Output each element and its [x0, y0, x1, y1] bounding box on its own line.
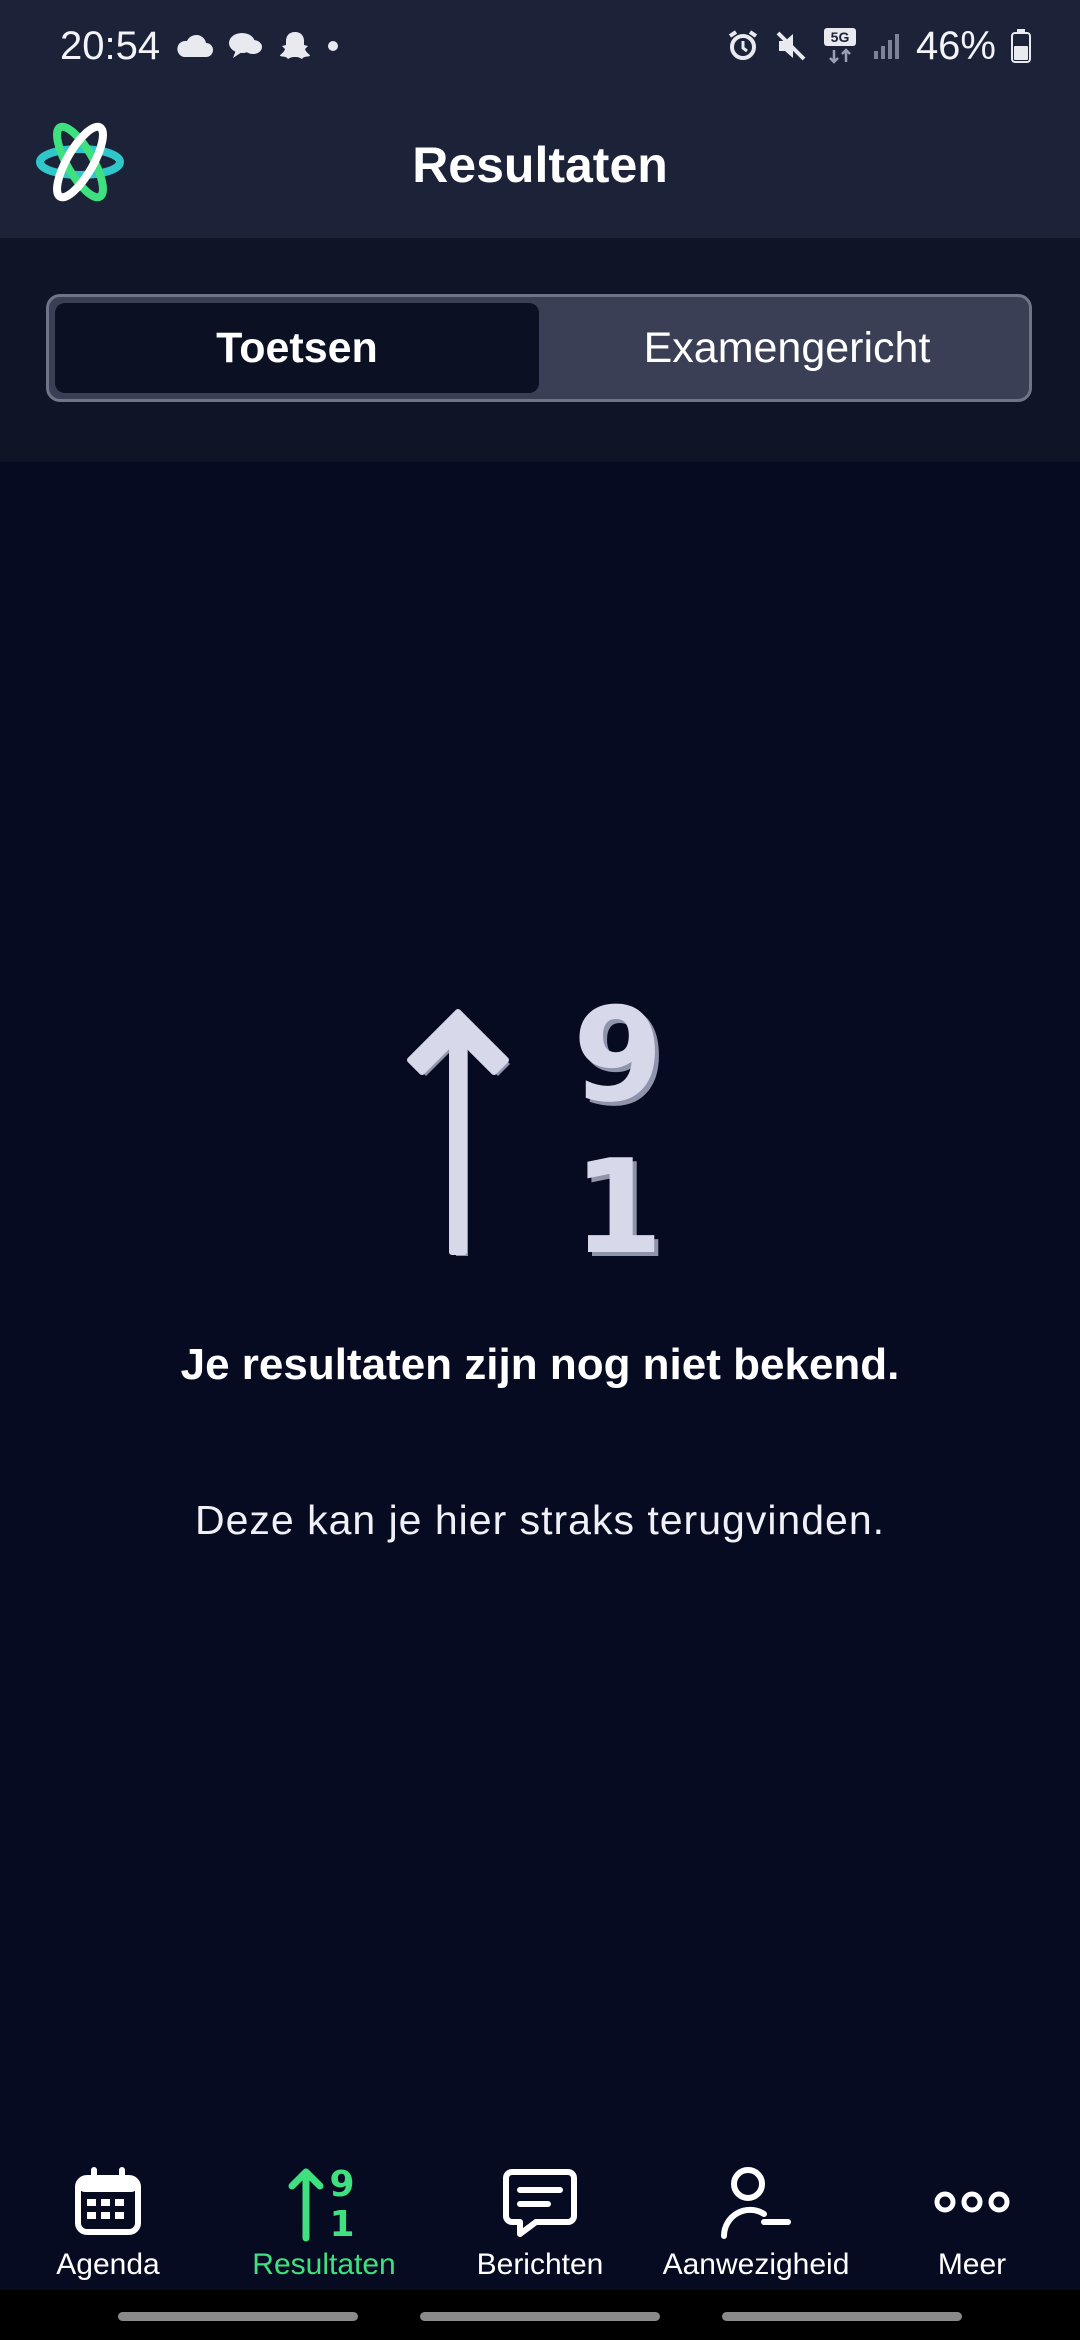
gesture-pill-left[interactable]	[118, 2312, 358, 2321]
gesture-pill-center[interactable]	[420, 2312, 660, 2321]
bottom-navigation: Agenda 9 1 Resultaten Berichten Aanwezig…	[0, 2140, 1080, 2290]
status-bar: 20:54 5G 46%	[0, 0, 1080, 92]
signal-icon	[872, 31, 902, 61]
nav-label-berichten: Berichten	[476, 2248, 604, 2281]
empty-state-title: Je resultaten zijn nog niet bekend.	[180, 1340, 900, 1389]
page-title: Resultaten	[412, 137, 668, 193]
svg-text:9: 9	[329, 2164, 354, 2205]
calendar-icon	[68, 2162, 148, 2242]
nav-item-meer[interactable]: Meer	[864, 2140, 1080, 2290]
nav-item-agenda[interactable]: Agenda	[0, 2140, 216, 2290]
cloud-icon	[174, 33, 214, 59]
alarm-icon	[726, 29, 760, 63]
nav-label-resultaten: Resultaten	[252, 2248, 396, 2281]
nav-item-berichten[interactable]: Berichten	[432, 2140, 648, 2290]
svg-text:1: 1	[573, 1131, 663, 1270]
person-icon	[716, 2162, 796, 2242]
app-header: Resultaten	[0, 92, 1080, 238]
gesture-pill-right[interactable]	[722, 2312, 962, 2321]
chat-bubbles-icon	[228, 30, 264, 62]
mute-icon	[774, 29, 808, 63]
message-icon	[500, 2162, 580, 2242]
tab-toetsen[interactable]: Toetsen	[55, 303, 539, 393]
more-icon	[932, 2162, 1012, 2242]
nav-label-meer: Meer	[937, 2248, 1007, 2281]
system-gesture-bar	[0, 2290, 1080, 2340]
results-icon: 9 1	[284, 2162, 364, 2242]
svg-text:1: 1	[329, 2204, 354, 2242]
nav-item-resultaten[interactable]: 9 1 Resultaten	[216, 2140, 432, 2290]
nav-item-aanwezigheid[interactable]: Aanwezigheid	[648, 2140, 864, 2290]
nav-label-aanwezigheid: Aanwezigheid	[662, 2248, 850, 2281]
battery-icon	[1010, 28, 1032, 64]
snapchat-icon	[278, 29, 312, 63]
segmented-control: Toetsen Examengericht	[46, 294, 1032, 402]
empty-state-subtitle: Deze kan je hier straks terugvinden.	[194, 1497, 886, 1543]
sort-numeric-icon: 9 9 1 1	[400, 979, 690, 1287]
tab-examengericht[interactable]: Examengericht	[545, 297, 1029, 399]
status-time: 20:54	[60, 23, 161, 68]
svg-text:9: 9	[573, 990, 663, 1131]
battery-percentage: 46%	[915, 23, 996, 68]
network-5g-icon: 5G	[822, 26, 858, 66]
svg-text:5G: 5G	[831, 29, 850, 45]
nav-label-agenda: Agenda	[56, 2248, 160, 2281]
app-logo[interactable]	[34, 116, 126, 208]
dot-icon	[326, 39, 340, 53]
segment-bar: Toetsen Examengericht	[0, 238, 1080, 462]
